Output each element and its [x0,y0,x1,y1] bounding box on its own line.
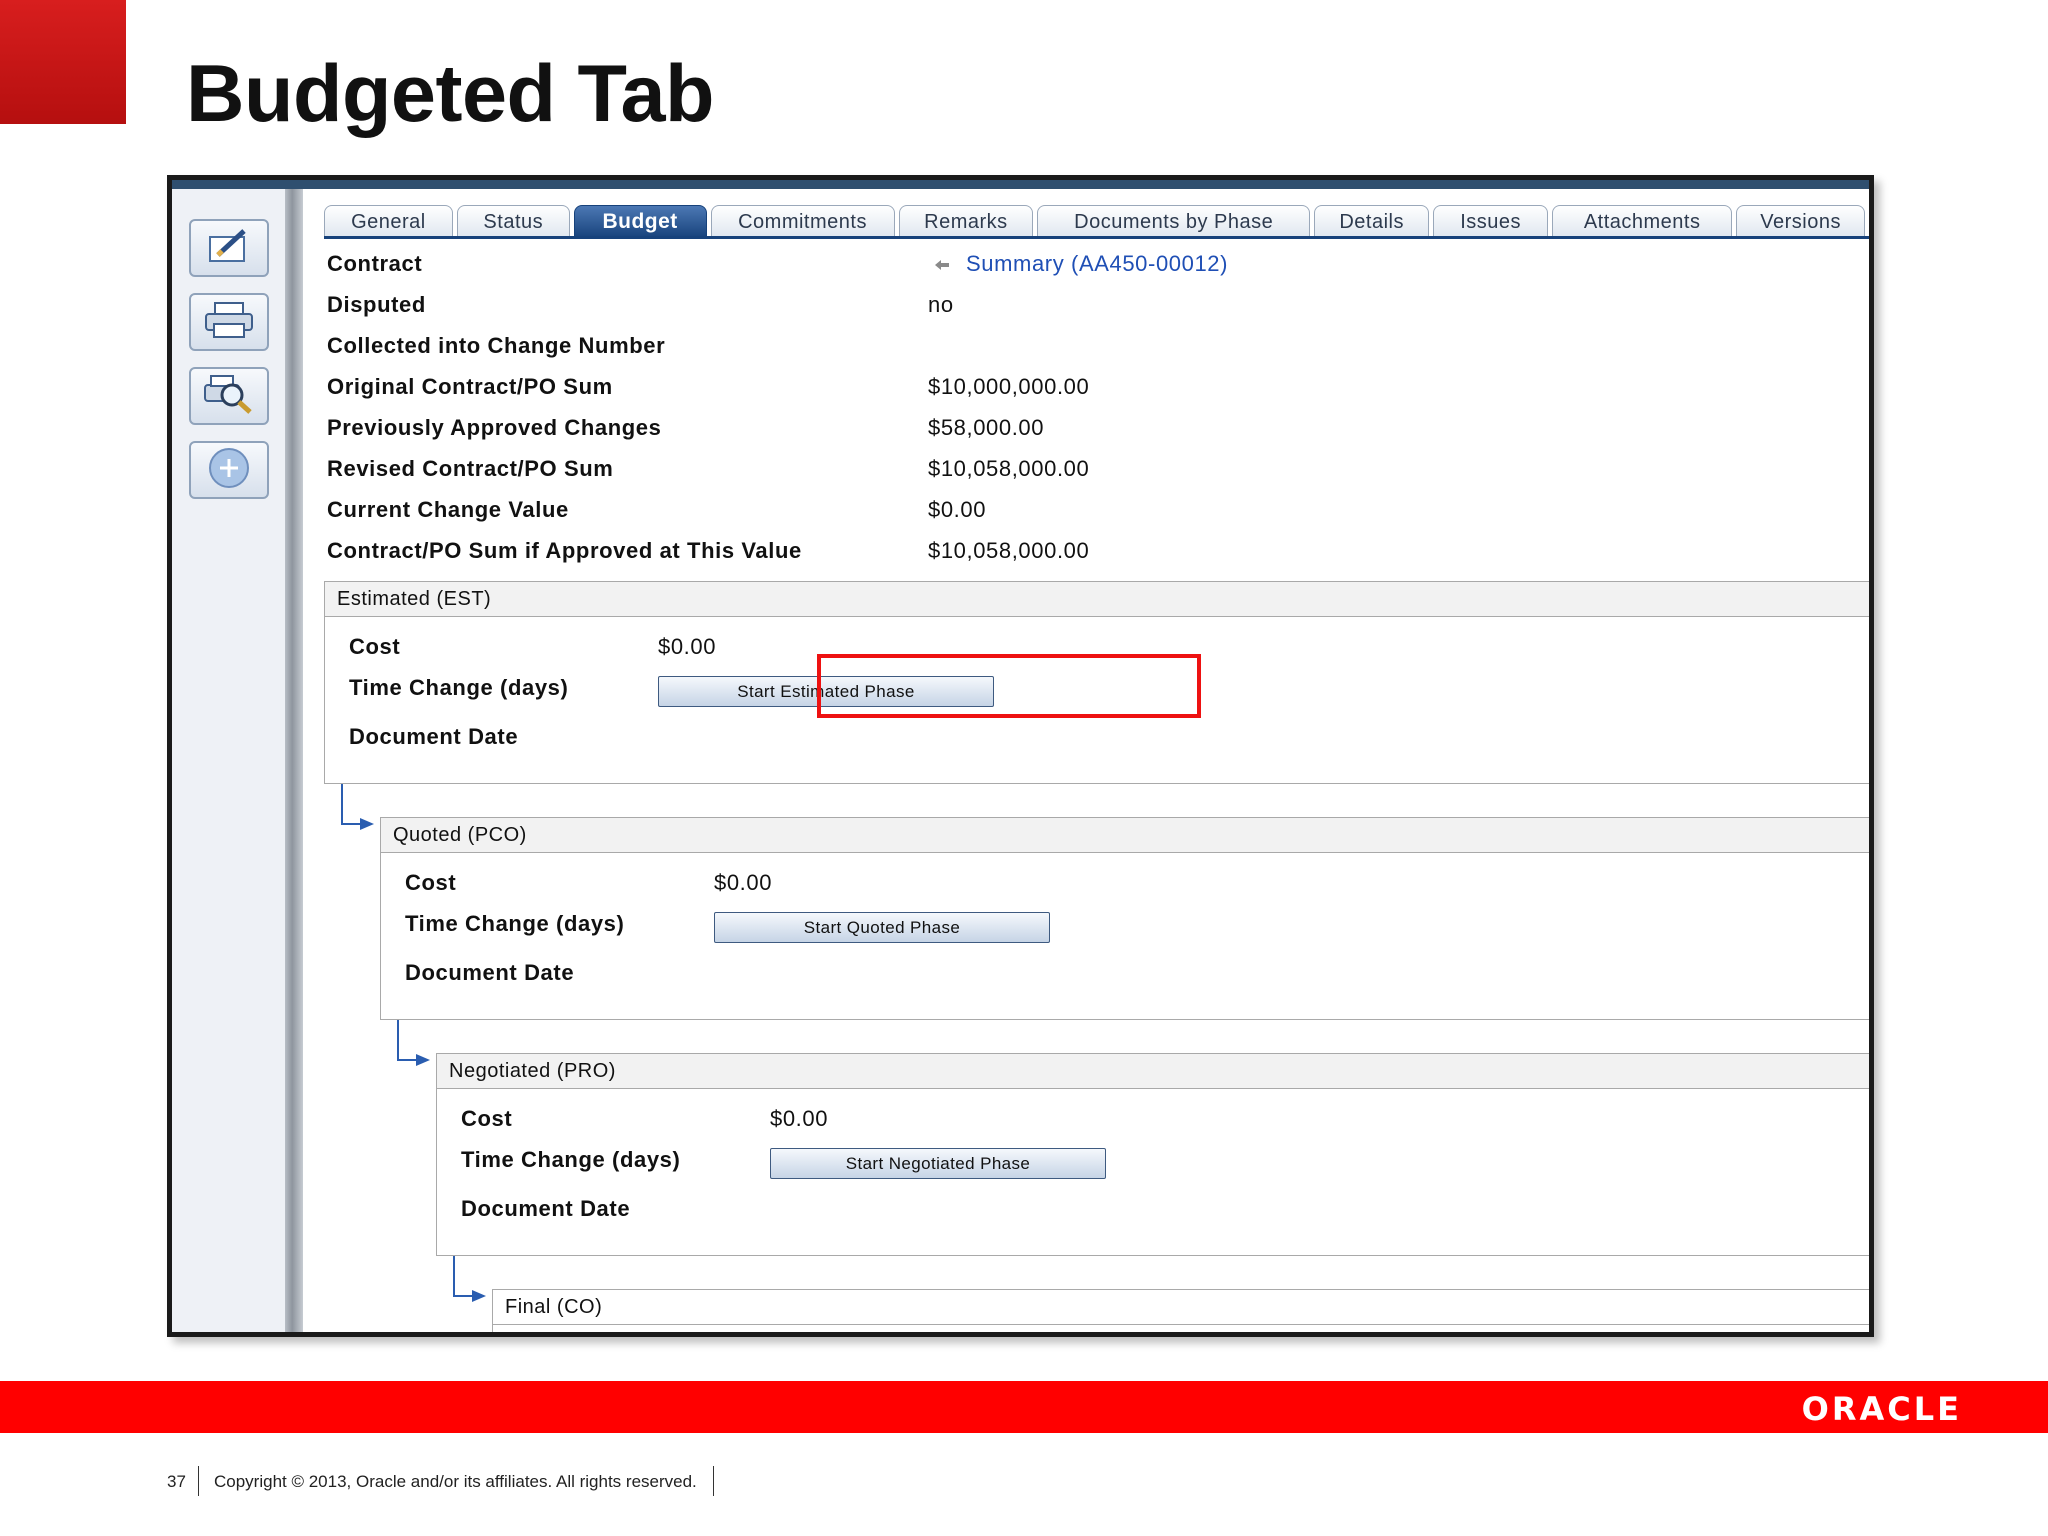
quoted-phase-panel: Quoted (PCO) Cost $0.00 Time Change (day… [380,817,1869,1020]
original-sum-label: Original Contract/PO Sum [327,374,613,399]
negotiated-date-label: Document Date [461,1196,631,1221]
negotiated-cost-value: $0.00 [770,1106,829,1131]
start-quoted-phase-button[interactable]: Start Quoted Phase [714,912,1050,943]
revised-sum-label: Revised Contract/PO Sum [327,456,614,481]
collected-label: Collected into Change Number [327,333,666,358]
left-toolbar [172,189,285,1332]
quoted-date-label: Document Date [405,960,575,985]
highlight-box [817,654,1201,718]
estimated-cost-label: Cost [349,634,401,659]
disputed-value: no [928,292,954,317]
tab-underline [324,236,1869,239]
start-negotiated-phase-button[interactable]: Start Negotiated Phase [770,1148,1106,1179]
tab-commitments[interactable]: Commitments [710,205,895,238]
app-window: General Status Budget Commitments Remark… [167,175,1874,1337]
estimated-date-label: Document Date [349,724,519,749]
approved-sum-value: $10,058,000.00 [928,538,1090,563]
negotiated-phase-panel: Negotiated (PRO) Cost $0.00 Time Change … [436,1053,1869,1256]
tab-general[interactable]: General [324,205,453,238]
slide-accent-block [0,0,126,124]
edit-button[interactable] [189,219,269,277]
contract-link[interactable]: Summary (AA450-00012) [928,251,1228,277]
tab-remarks[interactable]: Remarks [898,205,1034,238]
print-preview-icon [202,373,256,420]
link-arrow-icon [934,251,950,277]
tab-status[interactable]: Status [456,205,570,238]
quoted-cost-label: Cost [405,870,457,895]
current-change-label: Current Change Value [327,497,569,522]
negotiated-time-label: Time Change (days) [461,1147,681,1172]
tab-documents-by-phase[interactable]: Documents by Phase [1037,205,1311,238]
oracle-logo: ORACLE [1801,1390,1962,1428]
tab-details[interactable]: Details [1314,205,1430,238]
previous-changes-value: $58,000.00 [928,415,1045,440]
previous-changes-label: Previously Approved Changes [327,415,662,440]
footer-bar: ORACLE [0,1381,2048,1433]
phase-connector [340,784,380,841]
negotiated-phase-header: Negotiated (PRO) [437,1054,1869,1089]
print-preview-button[interactable] [189,367,269,425]
quoted-cost-value: $0.00 [714,870,773,895]
contract-value[interactable]: Summary (AA450-00012) [966,251,1228,277]
tab-budget[interactable]: Budget [573,205,707,238]
final-phase-panel: Final (CO) [492,1289,1869,1332]
phase-connector [396,1020,436,1077]
approved-sum-label: Contract/PO Sum if Approved at This Valu… [327,538,802,563]
add-icon [207,446,251,495]
splitter[interactable] [285,189,303,1332]
footer-separator [198,1466,199,1496]
slide-title: Budgeted Tab [186,49,714,139]
tab-issues[interactable]: Issues [1433,205,1549,238]
page-number: 37 [167,1472,186,1491]
disputed-label: Disputed [327,292,426,317]
footer-separator [713,1466,714,1496]
tab-bar: General Status Budget Commitments Remark… [324,202,1869,238]
contract-label: Contract [327,251,423,276]
tab-versions[interactable]: Versions [1736,205,1865,238]
window-top-bar [172,180,1869,189]
tab-attachments[interactable]: Attachments [1552,205,1733,238]
print-icon [203,300,255,345]
print-button[interactable] [189,293,269,351]
main-panel: General Status Budget Commitments Remark… [303,189,1869,1332]
negotiated-cost-label: Cost [461,1106,513,1131]
estimated-time-label: Time Change (days) [349,675,569,700]
quoted-phase-header: Quoted (PCO) [381,818,1869,853]
original-sum-value: $10,000,000.00 [928,374,1090,399]
phase-connector [452,1256,492,1313]
quoted-time-label: Time Change (days) [405,911,625,936]
estimated-phase-header: Estimated (EST) [325,582,1869,617]
current-change-value: $0.00 [928,497,987,522]
revised-sum-value: $10,058,000.00 [928,456,1090,481]
estimated-cost-value: $0.00 [658,634,717,659]
add-button[interactable] [189,441,269,499]
final-phase-header: Final (CO) [493,1290,1869,1325]
copyright-text: Copyright © 2013, Oracle and/or its affi… [214,1472,697,1491]
edit-icon [206,227,252,270]
